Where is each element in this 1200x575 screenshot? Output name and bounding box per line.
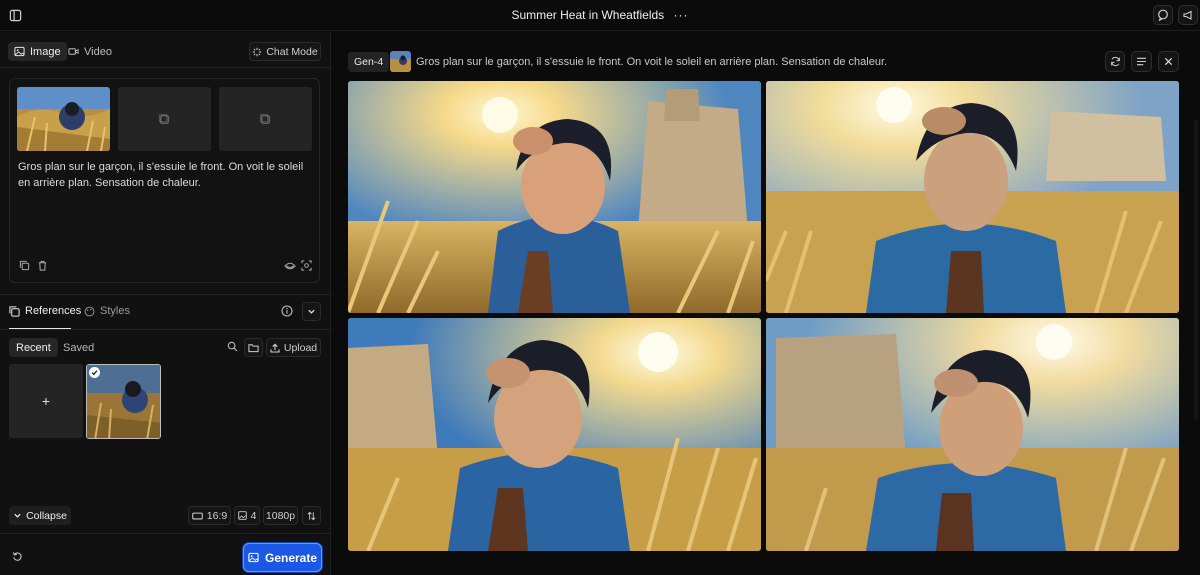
chip-recent[interactable]: Recent bbox=[9, 338, 58, 357]
upload-button[interactable]: Upload bbox=[266, 338, 321, 357]
copy-icon bbox=[19, 260, 30, 271]
details-button[interactable] bbox=[1131, 51, 1152, 72]
list-icon bbox=[1137, 57, 1146, 66]
search-button[interactable] bbox=[227, 341, 238, 352]
resolution-button[interactable]: 1080p bbox=[263, 506, 298, 525]
result-image-4-art bbox=[766, 318, 1179, 551]
title-wrap: Summer Heat in Wheatfields ··· bbox=[0, 8, 1200, 22]
model-badge-label: Gen-4 bbox=[354, 56, 384, 68]
magic-scan-icon bbox=[301, 260, 312, 271]
sparkle-icon bbox=[253, 47, 262, 56]
image-icon bbox=[14, 46, 25, 57]
info-button[interactable] bbox=[281, 305, 293, 317]
result-image-2[interactable] bbox=[766, 81, 1179, 313]
settings-toggle-button[interactable] bbox=[302, 506, 321, 525]
feedback-button[interactable] bbox=[1153, 5, 1173, 25]
reference-image[interactable] bbox=[86, 364, 161, 439]
result-image-4[interactable] bbox=[766, 318, 1179, 551]
search-icon bbox=[227, 341, 238, 352]
folder-button[interactable] bbox=[244, 338, 263, 357]
add-image-icon bbox=[159, 113, 169, 124]
image-icon bbox=[248, 552, 259, 563]
selected-check-icon bbox=[89, 367, 100, 378]
tab-video[interactable]: Video bbox=[62, 42, 118, 61]
tab-styles-label: Styles bbox=[100, 305, 130, 317]
add-reference-button[interactable]: + bbox=[9, 364, 83, 438]
result-image-1-art bbox=[348, 81, 761, 313]
undo-icon bbox=[12, 552, 22, 561]
divider bbox=[0, 329, 331, 330]
image-count-icon bbox=[237, 511, 247, 520]
results-scrollbar[interactable] bbox=[1194, 120, 1198, 420]
chat-mode-button[interactable]: Chat Mode bbox=[249, 42, 321, 61]
folder-icon bbox=[248, 343, 259, 352]
eye-icon bbox=[284, 262, 296, 270]
regenerate-button[interactable] bbox=[1105, 51, 1125, 72]
generate-button[interactable]: Generate bbox=[243, 543, 322, 572]
info-icon bbox=[281, 305, 293, 317]
project-title[interactable]: Summer Heat in Wheatfields bbox=[511, 8, 664, 22]
aspect-ratio-label: 16:9 bbox=[206, 509, 228, 522]
announcement-icon bbox=[1183, 10, 1192, 20]
generate-label: Generate bbox=[264, 550, 318, 565]
image-count-button[interactable]: 4 bbox=[234, 506, 260, 525]
palette-icon bbox=[84, 306, 95, 316]
prompt-image-thumb[interactable] bbox=[17, 87, 110, 151]
enhance-button[interactable] bbox=[301, 260, 312, 271]
collapse-button[interactable]: Collapse bbox=[9, 506, 71, 525]
chat-mode-label: Chat Mode bbox=[266, 45, 318, 58]
divider bbox=[0, 67, 331, 68]
chip-recent-label: Recent bbox=[16, 341, 51, 354]
result-image-2-art bbox=[766, 81, 1179, 313]
tab-image[interactable]: Image bbox=[8, 42, 67, 61]
divider bbox=[0, 533, 331, 534]
add-reference-label: + bbox=[41, 393, 51, 409]
generation-thumb-image bbox=[390, 51, 411, 72]
empty-image-slot[interactable] bbox=[219, 87, 312, 151]
tab-references-label: References bbox=[25, 305, 82, 317]
aspect-ratio-icon bbox=[192, 512, 203, 519]
close-icon bbox=[1164, 57, 1173, 66]
result-image-3-art bbox=[348, 318, 761, 551]
prompt-thumb-image bbox=[17, 87, 110, 151]
upload-label: Upload bbox=[283, 341, 318, 354]
announcement-button[interactable] bbox=[1178, 5, 1198, 25]
divider bbox=[0, 294, 331, 295]
collapse-label: Collapse bbox=[26, 509, 67, 522]
delete-button[interactable] bbox=[37, 260, 48, 271]
result-image-1[interactable] bbox=[348, 81, 761, 313]
generation-thumb[interactable] bbox=[390, 51, 411, 72]
references-collapse-button[interactable] bbox=[302, 302, 321, 321]
result-image-3[interactable] bbox=[348, 318, 761, 551]
video-icon bbox=[68, 48, 79, 55]
prompt-box[interactable]: Gros plan sur le garçon, il s'essuie le … bbox=[9, 78, 320, 283]
resolution-label: 1080p bbox=[265, 509, 296, 522]
empty-image-slot[interactable] bbox=[118, 87, 211, 151]
tab-styles[interactable]: Styles bbox=[84, 305, 130, 317]
chip-saved-label: Saved bbox=[63, 341, 95, 354]
tab-references[interactable]: References bbox=[9, 305, 81, 317]
trash-icon bbox=[38, 260, 47, 271]
reset-button[interactable] bbox=[12, 551, 23, 562]
prompt-text[interactable]: Gros plan sur le garçon, il s'essuie le … bbox=[18, 159, 308, 191]
close-button[interactable] bbox=[1158, 51, 1179, 72]
chip-saved[interactable]: Saved bbox=[56, 338, 101, 357]
generation-prompt: Gros plan sur le garçon, il s'essuie le … bbox=[416, 56, 888, 68]
sort-arrows-icon bbox=[307, 511, 316, 520]
chevron-down-icon bbox=[14, 513, 21, 518]
image-count-label: 4 bbox=[250, 509, 257, 522]
tab-image-label: Image bbox=[30, 45, 61, 58]
model-badge: Gen-4 bbox=[348, 52, 390, 72]
references-icon bbox=[9, 305, 20, 317]
feedback-icon bbox=[1158, 9, 1168, 21]
refresh-icon bbox=[1110, 56, 1120, 67]
ellipsis-icon[interactable]: ··· bbox=[674, 8, 689, 22]
upload-icon bbox=[270, 343, 280, 353]
tab-video-label: Video bbox=[84, 45, 112, 58]
aspect-ratio-button[interactable]: 16:9 bbox=[188, 506, 231, 525]
copy-button[interactable] bbox=[19, 260, 30, 271]
add-image-icon bbox=[260, 113, 270, 124]
chevron-down-icon bbox=[308, 309, 315, 314]
visibility-button[interactable] bbox=[284, 261, 296, 271]
